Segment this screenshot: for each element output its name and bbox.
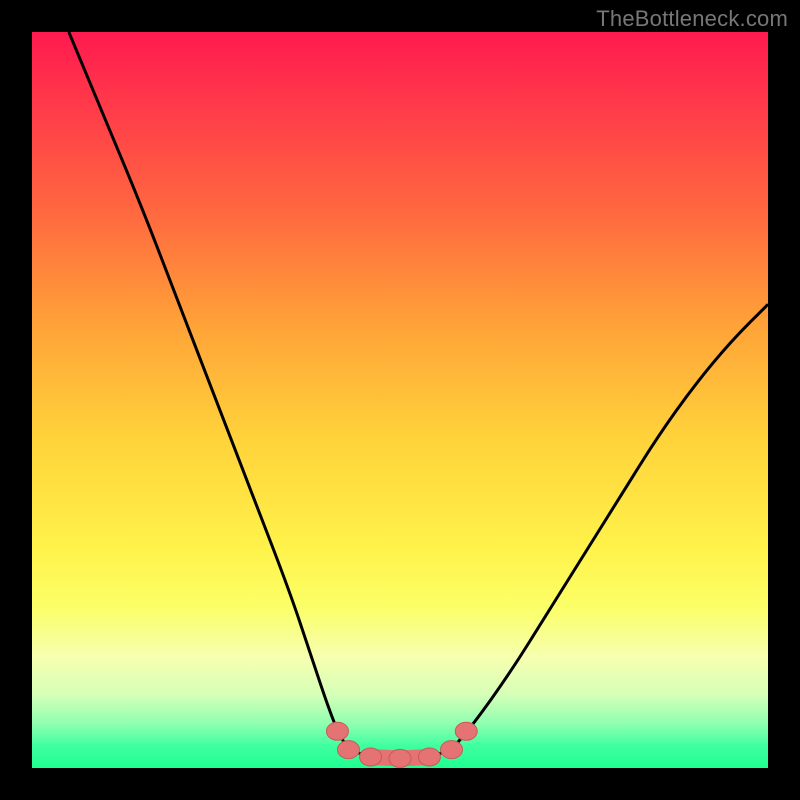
marker-left-lower	[337, 741, 359, 759]
marker-basin-right	[418, 748, 440, 766]
right-curve	[452, 304, 768, 749]
marker-right-lower	[441, 741, 463, 759]
marker-basin-left	[360, 748, 382, 766]
curve-group	[69, 32, 768, 758]
watermark-text: TheBottleneck.com	[596, 6, 788, 32]
chart-svg	[0, 0, 800, 800]
marker-right-upper	[455, 722, 477, 740]
chart-frame: TheBottleneck.com	[0, 0, 800, 800]
marker-basin-mid	[389, 749, 411, 767]
marker-left-upper	[326, 722, 348, 740]
markers-group	[326, 722, 477, 767]
left-curve	[69, 32, 349, 750]
